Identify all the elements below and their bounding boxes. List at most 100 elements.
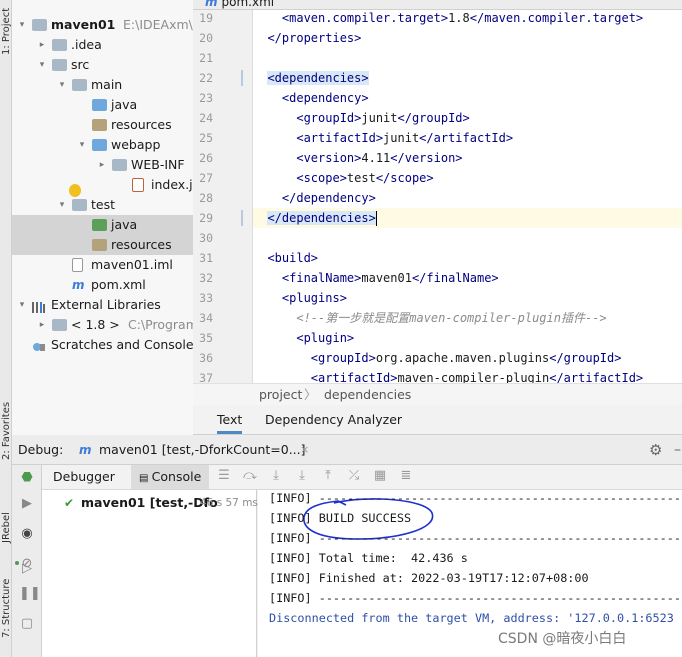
intention-bulb-icon[interactable] — [69, 184, 81, 197]
folder-icon — [52, 39, 67, 51]
tree-item-java[interactable]: java — [12, 215, 193, 235]
rerun-icon[interactable]: ⬣ — [19, 470, 35, 486]
chevron-down-icon[interactable]: ▾ — [56, 195, 68, 215]
tree-item-pom-xml[interactable]: m pom.xml — [12, 275, 193, 295]
tab-text[interactable]: Text — [217, 412, 243, 434]
console-line: [INFO] Finished at: 2022-03-19T17:12:07+… — [269, 571, 589, 585]
pause-icon[interactable]: ▷ — [19, 561, 35, 577]
tree-item-label: java — [111, 97, 138, 112]
tab-pom-xml[interactable]: m pom.xml — [205, 0, 274, 9]
line-number: 33 — [199, 291, 213, 305]
resume-icon[interactable]: ▶ — [19, 496, 35, 512]
line-number: 34 — [199, 311, 213, 325]
run-tree: ✔ maven01 [test,-Dfo 46 s 57 ms — [42, 490, 258, 657]
tree-item-maven01-iml[interactable]: maven01.iml — [12, 255, 193, 275]
breadcrumb-dependencies[interactable]: dependencies — [324, 384, 411, 406]
code-line: <dependencies> — [267, 71, 369, 85]
minimize-icon[interactable]: – — [674, 435, 681, 465]
show-execution-point-icon[interactable]: ☰ — [216, 468, 232, 484]
libraries-icon — [32, 299, 46, 313]
tree-item-1-8[interactable]: ▸ < 1.8 > C:\Program — [12, 315, 193, 335]
tree-item-web-inf[interactable]: ▸ WEB-INF — [12, 155, 193, 175]
tree-item-scratches-and-consoles[interactable]: Scratches and Consoles — [12, 335, 193, 355]
tab-dependency-analyzer[interactable]: Dependency Analyzer — [265, 412, 402, 427]
tree-item-index-jsp[interactable]: index.jsp — [12, 175, 193, 195]
tree-item-path: C:\Program — [128, 317, 193, 332]
stop-icon[interactable]: ❚❚ — [19, 586, 41, 602]
chevron-down-icon[interactable]: ▾ — [36, 55, 48, 75]
code-line: <build> — [253, 251, 319, 265]
chevron-down-icon[interactable]: ▾ — [16, 295, 28, 315]
code-editor[interactable]: <maven.compiler.target>1.8</maven.compil… — [253, 10, 682, 383]
tree-item-src[interactable]: ▾ src — [12, 55, 193, 75]
tree-item-label: Scratches and Consoles — [51, 337, 193, 352]
debug-run-tab[interactable]: maven01 [test,-DforkCount=0...] — [99, 435, 306, 465]
fold-marker-icon[interactable] — [241, 210, 243, 226]
settings-icon[interactable]: ▢ — [19, 616, 35, 632]
tree-item-label: java — [111, 217, 138, 232]
tree-item-maven01[interactable]: ▾ maven01 E:\IDEAxm\ma — [12, 15, 193, 35]
code-line: <artifactId>junit</artifactId> — [253, 131, 514, 145]
folder-icon — [72, 79, 87, 91]
tree-item-test[interactable]: ▾ test — [12, 195, 193, 215]
close-run-tab-icon[interactable]: × — [300, 435, 309, 465]
tree-item-external-libraries[interactable]: ▾ External Libraries — [12, 295, 193, 315]
tree-item-label: test — [91, 197, 116, 212]
debug-title: Debug: — [18, 442, 64, 457]
debug-side-toolbar: ⬣ ▶ ◉ ⊘ ▷ ❚❚ ▢ — [12, 465, 42, 657]
step-out-icon[interactable]: ⤒ — [320, 468, 336, 484]
evaluate-icon[interactable]: ▦ — [372, 468, 388, 484]
favorites-tool-tab[interactable]: 2: Favorites — [0, 395, 12, 465]
chevron-right-icon[interactable]: ▸ — [36, 315, 48, 335]
chevron-down-icon[interactable]: ▾ — [16, 15, 28, 35]
line-number: 32 — [199, 271, 213, 285]
console-line: [INFO] BUILD SUCCESS — [269, 511, 412, 525]
tree-item-label: main — [91, 77, 123, 92]
code-line: <groupId>junit</groupId> — [253, 111, 470, 125]
tree-item-label: index.jsp — [151, 177, 193, 192]
tree-item-label: External Libraries — [51, 297, 161, 312]
source-folder-icon — [92, 99, 107, 111]
line-number: 30 — [199, 231, 213, 245]
line-number: 19 — [199, 11, 213, 25]
gear-icon[interactable]: ⚙ — [649, 435, 662, 465]
debug-header: Debug: m maven01 [test,-DforkCount=0...]… — [12, 435, 682, 465]
project-tool-tab[interactable]: 1: Project — [0, 0, 12, 60]
tree-item-main[interactable]: ▾ main — [12, 75, 193, 95]
run-tree-item[interactable]: ✔ maven01 [test,-Dfo 46 s 57 ms — [42, 492, 258, 514]
tree-item-resources[interactable]: resources — [12, 115, 193, 135]
debug-tabs-row: Debugger ▤ Console ☰ ⤼ ⤓ ⤓ ⤒ ⤰ ▦ ≣ — [42, 465, 682, 490]
breadcrumb: project 〉 dependencies — [193, 383, 682, 405]
tree-item-label: maven01 — [51, 17, 116, 32]
tree-item-resources[interactable]: resources — [12, 235, 193, 255]
maven-file-icon: m — [72, 278, 85, 292]
tab-console[interactable]: ▤ Console — [131, 465, 210, 489]
breadcrumb-project[interactable]: project — [259, 384, 302, 406]
line-number-gutter: 19 20 21 22 23 24 25 26 27 28 29 30 31 32 33 34 35 36 37 — [193, 10, 253, 385]
tree-item-idea[interactable]: ▸ .idea — [12, 35, 193, 55]
chevron-right-icon[interactable]: ▸ — [96, 155, 108, 175]
run-to-cursor-icon[interactable]: ⤰ — [346, 468, 362, 484]
line-number: 28 — [199, 191, 213, 205]
fold-marker-icon[interactable] — [241, 70, 243, 86]
trace-icon[interactable]: ≣ — [398, 468, 414, 484]
chevron-down-icon[interactable]: ▾ — [76, 135, 88, 155]
step-into-icon[interactable]: ⤓ — [268, 468, 284, 484]
chevron-down-icon[interactable]: ▾ — [56, 75, 68, 95]
line-number: 26 — [199, 151, 213, 165]
line-number: 23 — [199, 91, 213, 105]
tree-item-java[interactable]: java — [12, 95, 193, 115]
breadcrumb-separator: 〉 — [304, 387, 317, 402]
force-step-into-icon[interactable]: ⤓ — [294, 468, 310, 484]
jrebel-tool-tab[interactable]: JRebel — [0, 495, 12, 545]
step-over-icon[interactable]: ⤼ — [242, 468, 258, 484]
chevron-right-icon[interactable]: ▸ — [36, 35, 48, 55]
tree-item-label: src — [71, 57, 90, 72]
structure-tool-tab[interactable]: 7: Structure — [0, 570, 12, 640]
line-number: 25 — [199, 131, 213, 145]
view-breakpoints-icon[interactable]: ◉ — [19, 526, 35, 542]
tab-debugger[interactable]: Debugger — [53, 469, 115, 484]
tree-item-webapp[interactable]: ▾ webapp — [12, 135, 193, 155]
tree-item-label: resources — [111, 117, 172, 132]
